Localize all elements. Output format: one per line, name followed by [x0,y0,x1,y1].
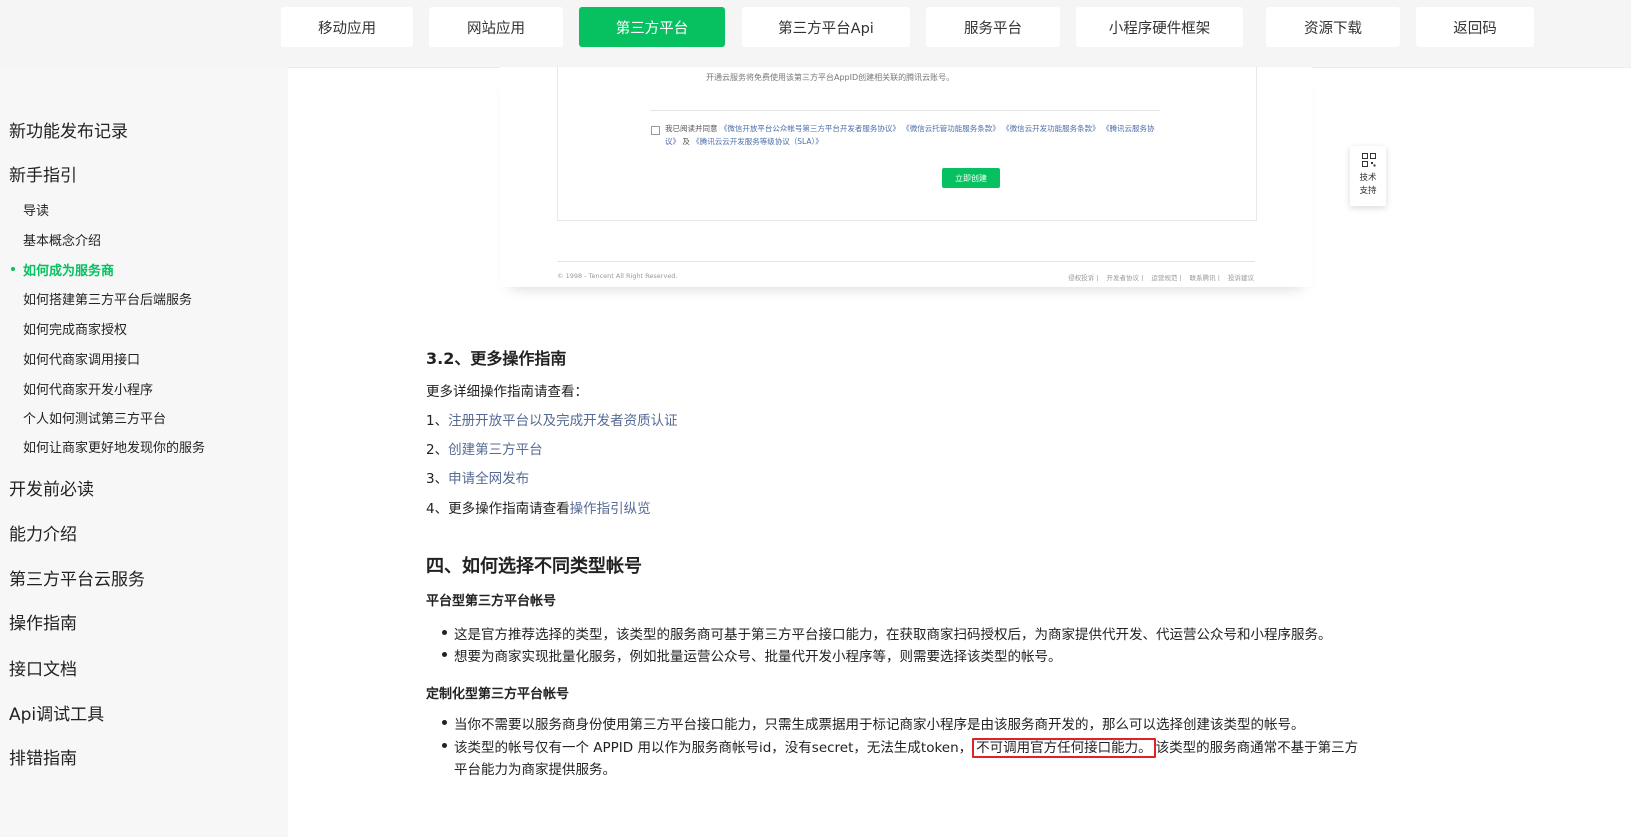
sidebar-item-beginner-guide[interactable]: 新手指引 [9,161,77,186]
support-label-2: 支持 [1359,186,1377,196]
platform-bullet-1: 这是官方推荐选择的类型，该类型的服务商可基于第三方平台接口能力，在获取商家扫码授… [454,627,1332,643]
tab-third-party-api[interactable]: 第三方平台Api [742,7,910,47]
sidebar-item-release-notes[interactable]: 新功能发布记录 [9,117,128,142]
agreement-link[interactable]: 《腾讯云云开发服务等级协议（SLA）》 [692,137,823,146]
footer-link[interactable]: 开发者协议 [1107,274,1140,282]
sidebar-item-become-provider[interactable]: 如何成为服务商 [23,260,114,279]
tab-website-app[interactable]: 网站应用 [429,7,563,47]
agreement-text: 我已阅读并同意 《微信开放平台公众帐号第三方平台开发者服务协议》 《微信云托管功… [665,122,1159,148]
bullet-dot [442,720,447,725]
guide-link-create[interactable]: 创建第三方平台 [448,442,543,458]
guide-item: 4、更多操作指南请查看操作指引纵览 [426,497,651,517]
sidebar-item-api-debug[interactable]: Api调试工具 [9,700,104,725]
footer-link[interactable]: 联系腾讯 [1190,274,1216,282]
footer-links: 侵权投诉 | 开发者协议 | 运营规范 | 联系腾讯 | 投诉建议 [1068,274,1254,282]
section-3-2-title: 3.2、更多操作指南 [426,349,567,368]
sidebar-item-before-dev[interactable]: 开发前必读 [9,475,94,500]
agreement-link[interactable]: 《微信云托管功能服务条款》 [902,124,1000,133]
sidebar-item-backend-service[interactable]: 如何搭建第三方平台后端服务 [23,289,192,308]
create-button[interactable]: 立即创建 [942,168,1000,188]
sidebar-item-cloud-service[interactable]: 第三方平台云服务 [9,565,145,590]
qrcode-icon [1362,153,1376,167]
tech-support-widget[interactable]: 技术 支持 [1350,146,1386,206]
tab-return-code[interactable]: 返回码 [1416,7,1534,47]
footer-link[interactable]: 运营规范 [1151,274,1177,282]
bullet-dot [442,652,447,657]
guide-link-publish[interactable]: 申请全网发布 [448,471,529,487]
divider [650,110,1160,111]
guide-link-overview[interactable]: 操作指引纵览 [570,501,651,517]
custom-bullet-2-continuation: 平台能力为商家提供服务。 [454,762,616,778]
copyright: © 1998 - Tencent All Right Reserved. [557,272,678,280]
sidebar-item-troubleshooting[interactable]: 排错指南 [9,744,77,769]
custom-account-title: 定制化型第三方平台帐号 [426,687,570,702]
screenshot-card: 开通云服务将免费使用该第三方平台AppID创建相关联的腾讯云账号。 我已阅读并同… [557,67,1257,221]
top-nav: 移动应用 网站应用 第三方平台 第三方平台Api 服务平台 小程序硬件框架 资源… [0,0,1631,68]
platform-bullet-2: 想要为商家实现批量化服务，例如批量运营公众号、批量代开发小程序等，则需要选择该类… [454,649,1062,665]
guide-item: 3、申请全网发布 [426,467,529,487]
sidebar-item-api-docs[interactable]: 接口文档 [9,655,77,680]
guide-item-prefix: 1、 [426,413,449,429]
footer-link[interactable]: 侵权投诉 [1068,274,1094,282]
sidebar-item-develop-miniprogram[interactable]: 如何代商家开发小程序 [23,379,153,398]
sidebar-item-call-api[interactable]: 如何代商家调用接口 [23,349,140,368]
sidebar-item-concepts[interactable]: 基本概念介绍 [23,230,101,249]
sidebar: 新功能发布记录 新手指引 导读 基本概念介绍 如何成为服务商 如何搭建第三方平台… [0,67,288,837]
embedded-screenshot: 开通云服务将免费使用该第三方平台AppID创建相关联的腾讯云账号。 我已阅读并同… [500,67,1312,287]
section-4-title: 四、如何选择不同类型帐号 [426,556,642,577]
tab-hardware-framework[interactable]: 小程序硬件框架 [1076,7,1243,47]
platform-account-title: 平台型第三方平台帐号 [426,594,557,609]
footer-divider [557,261,1255,262]
tab-third-party-platform[interactable]: 第三方平台 [579,7,725,47]
guide-item-prefix: 3、 [426,471,449,487]
custom-bullet-2-text: 该类型的服务商通常不基于第三方 [1155,740,1359,756]
bullet-dot [442,743,447,748]
footer-link[interactable]: 投诉建议 [1228,274,1254,282]
support-label-1: 技术 [1359,173,1377,183]
bullet-dot [442,630,447,635]
highlighted-warning: 不可调用官方任何接口能力。 [972,738,1156,758]
tab-resource-download[interactable]: 资源下载 [1266,7,1400,47]
agreement-link[interactable]: 《微信开放平台公众帐号第三方平台开发者服务协议》 [720,124,900,133]
screenshot-top-note: 开通云服务将免费使用该第三方平台AppID创建相关联的腾讯云账号。 [706,73,955,82]
sidebar-item-merchant-auth[interactable]: 如何完成商家授权 [23,319,127,338]
agree-prefix: 我已阅读并同意 [665,124,718,133]
tab-mobile-app[interactable]: 移动应用 [281,7,413,47]
guide-item: 1、注册开放平台以及完成开发者资质认证 [426,409,678,429]
custom-bullet-2-text: 该类型的帐号仅有一个 APPID 用以作为服务商帐号id，没有secret，无法… [454,740,973,756]
guide-item-prefix: 4、更多操作指南请查看 [426,501,570,517]
agree-and: 及 [682,137,690,146]
agree-checkbox[interactable] [651,126,660,135]
tab-service-platform[interactable]: 服务平台 [926,7,1060,47]
agreement-link[interactable]: 《微信云开发功能服务条款》 [1002,124,1100,133]
sidebar-item-capabilities[interactable]: 能力介绍 [9,520,77,545]
section-3-2-intro: 更多详细操作指南请查看： [426,384,588,400]
sidebar-item-guide[interactable]: 操作指南 [9,609,77,634]
guide-item-prefix: 2、 [426,442,449,458]
guide-item: 2、创建第三方平台 [426,438,543,458]
guide-link-register[interactable]: 注册开放平台以及完成开发者资质认证 [448,413,678,429]
sidebar-item-personal-test[interactable]: 个人如何测试第三方平台 [23,408,166,427]
sidebar-item-intro[interactable]: 导读 [23,200,49,219]
sidebar-item-discover-service[interactable]: 如何让商家更好地发现你的服务 [23,437,205,456]
custom-bullet-2: 该类型的帐号仅有一个 APPID 用以作为服务商帐号id，没有secret，无法… [454,736,1384,758]
custom-bullet-1: 当你不需要以服务商身份使用第三方平台接口能力，只需生成票据用于标记商家小程序是由… [454,717,1305,733]
active-bullet [11,267,15,271]
